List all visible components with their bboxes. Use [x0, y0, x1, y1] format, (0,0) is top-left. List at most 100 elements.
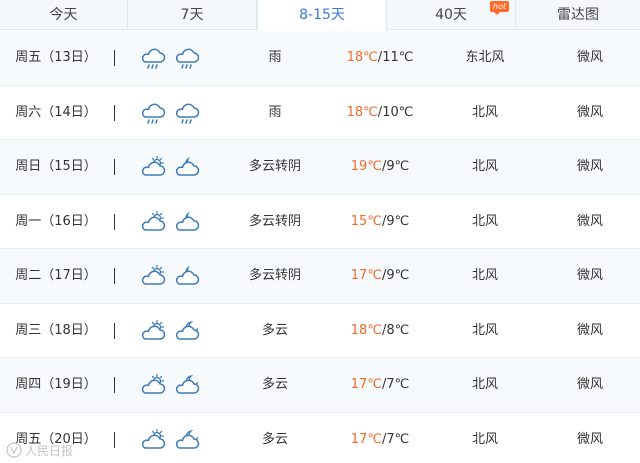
forecast-row: 周三（18日） 多云 18℃/8℃ 北风 微风	[0, 304, 640, 358]
temperature: 18℃/8℃	[330, 304, 430, 358]
hot-badge: hot	[489, 1, 509, 15]
low-temp: 10℃	[382, 104, 414, 120]
condition-text: 多云转阴	[248, 213, 301, 229]
high-temp: 18℃	[346, 104, 378, 120]
tab-today[interactable]: 今天	[0, 0, 128, 30]
condition-text: 多云转阴	[248, 268, 301, 283]
tab-label: 7天	[180, 7, 204, 23]
weather-icons	[138, 31, 208, 85]
sun-cloud-icon	[141, 319, 166, 340]
tab-7-days[interactable]: 7天	[128, 0, 257, 30]
wind-direction: 北风	[471, 213, 498, 229]
wind-direction: 东北风	[465, 50, 505, 65]
forecast-row: 周五（20日） 多云 17℃/7℃ 北风 微风	[0, 413, 640, 463]
wind-direction: 北风	[471, 322, 498, 338]
wind-level: 微风	[576, 50, 603, 65]
tab-label: 40天	[435, 7, 467, 23]
weather-icons	[138, 140, 208, 194]
rain-cloud-icon	[175, 103, 200, 124]
low-temp: 9℃	[386, 159, 410, 174]
high-temp: 18℃	[350, 322, 382, 338]
forecast-row: 周五（13日） 雨 18℃/11℃ 东北风 微风	[0, 31, 640, 86]
high-temp: 17℃	[350, 268, 382, 283]
weather-icons	[138, 304, 208, 358]
forecast-row: 周二（17日） 多云转阴 17℃/9℃ 北风 微风	[0, 249, 640, 304]
sun-cloud-icon	[141, 210, 166, 231]
condition-text: 多云转阴	[248, 159, 301, 174]
forecast-list: 周五（13日）雨 18℃/11℃ 东北风 微风 周六（14日）雨 18℃/10℃ 北风 微风周…	[0, 31, 640, 463]
moon-cloud-icon	[175, 266, 200, 285]
crescent-cloud-icon	[175, 320, 200, 340]
divider	[114, 159, 115, 175]
forecast-tabs: 今天 7天 8-15天 40天 hot 雷达图	[0, 0, 640, 31]
wind-direction: 北风	[471, 268, 498, 283]
weather-icons	[138, 413, 208, 463]
day-label: 周五（13日）	[15, 50, 97, 65]
tab-label: 今天	[49, 7, 78, 23]
moon-cloud-icon	[175, 211, 200, 231]
moon-cloud-icon	[175, 157, 200, 176]
divider	[114, 377, 115, 393]
condition-text: 多云	[261, 322, 288, 338]
divider	[114, 213, 115, 230]
tab-8-15-days[interactable]: 8-15天	[257, 0, 387, 31]
low-temp: 11℃	[382, 50, 414, 65]
rain-cloud-icon	[175, 48, 200, 69]
divider	[114, 431, 115, 448]
wind-direction: 北风	[471, 104, 498, 120]
condition-text: 多云	[261, 431, 288, 447]
temperature: 17℃/9℃	[330, 249, 430, 303]
forecast-row: 周一（16日） 多云转阴 15℃/9℃ 北风 微风	[0, 195, 640, 249]
wind-level: 微风	[576, 268, 603, 283]
high-temp: 19℃	[350, 159, 382, 174]
divider	[114, 50, 115, 66]
wind-direction: 北风	[471, 159, 498, 174]
low-temp: 9℃	[386, 268, 410, 283]
wind-level: 微风	[576, 213, 603, 229]
watermark-logo-icon	[6, 442, 22, 458]
wind-level: 微风	[576, 159, 603, 174]
wind-level: 微风	[576, 377, 603, 392]
rain-cloud-icon	[141, 103, 166, 124]
day-label: 周四（19日）	[15, 377, 97, 392]
forecast-row: 周六（14日） 雨 18℃/10℃ 北风 微风	[0, 86, 640, 140]
forecast-row: 周日（15日） 多云转阴 19℃/9℃ 北风 微风	[0, 140, 640, 195]
low-temp: 8℃	[386, 322, 410, 338]
high-temp: 17℃	[350, 377, 382, 392]
divider	[114, 322, 115, 339]
temperature: 18℃/10℃	[330, 86, 430, 140]
high-temp: 17℃	[350, 431, 382, 447]
weather-icons	[138, 195, 208, 249]
sun-cloud-icon	[141, 373, 166, 394]
condition-text: 雨	[268, 104, 282, 120]
weather-icons	[138, 358, 208, 412]
tab-label: 8-15天	[299, 7, 345, 23]
wind-level: 微风	[576, 322, 603, 338]
temperature: 17℃/7℃	[330, 413, 430, 463]
temperature: 18℃/11℃	[330, 31, 430, 85]
day-label: 周二（17日）	[15, 268, 97, 283]
tab-label: 雷达图	[557, 7, 599, 23]
watermark: 人民日报	[6, 441, 73, 459]
tab-radar[interactable]: 雷达图	[516, 0, 640, 30]
day-label: 周六（14日）	[15, 104, 97, 120]
wind-direction: 北风	[471, 377, 498, 392]
sun-cloud-icon	[141, 155, 166, 176]
weather-icons	[138, 249, 208, 303]
low-temp: 7℃	[386, 431, 410, 447]
forecast-row: 周四（19日） 多云 17℃/7℃ 北风 微风	[0, 358, 640, 413]
temperature: 17℃/7℃	[330, 358, 430, 412]
divider	[114, 268, 115, 284]
day-label: 周一（16日）	[15, 213, 97, 229]
weather-icons	[138, 86, 208, 140]
wind-level: 微风	[576, 104, 603, 120]
high-temp: 18℃	[346, 50, 378, 65]
low-temp: 7℃	[386, 377, 410, 392]
high-temp: 15℃	[350, 213, 382, 229]
day-label: 周日（15日）	[15, 159, 97, 174]
crescent-cloud-icon	[175, 429, 200, 449]
day-label: 周三（18日）	[15, 322, 97, 338]
tab-40-days[interactable]: 40天 hot	[387, 0, 516, 30]
divider	[114, 104, 115, 121]
temperature: 15℃/9℃	[330, 195, 430, 249]
